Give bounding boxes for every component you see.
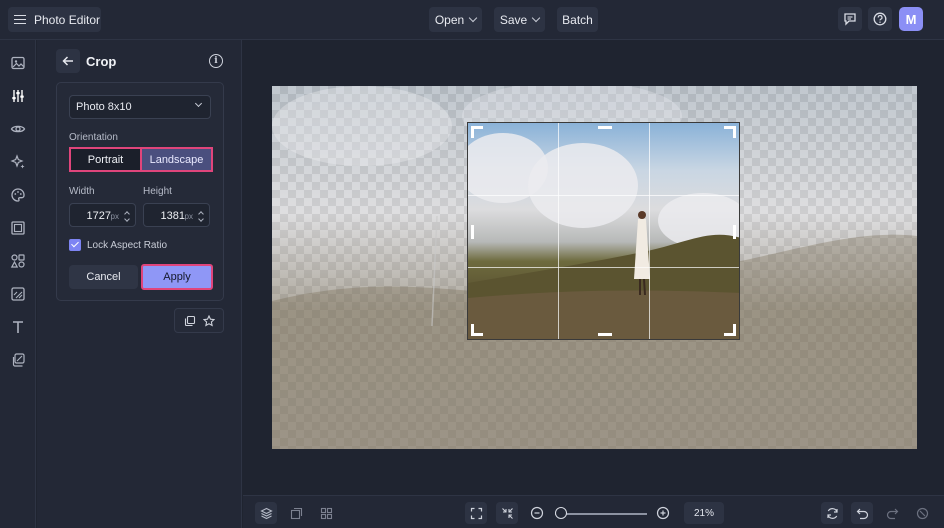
width-value: 1727 bbox=[86, 210, 111, 222]
arrow-left-icon bbox=[62, 56, 73, 66]
bottom-toolbar: 21% bbox=[243, 495, 944, 528]
fit-screen-button[interactable] bbox=[465, 502, 487, 524]
height-value: 1381 bbox=[160, 210, 185, 222]
zoom-out-icon bbox=[530, 506, 544, 520]
crop-preset-select[interactable]: Photo 8x10 bbox=[69, 95, 211, 119]
app-menu-button[interactable]: Photo Editor bbox=[8, 7, 101, 32]
crop-handle-top[interactable] bbox=[598, 126, 612, 129]
crop-handle-top-right[interactable] bbox=[733, 126, 736, 138]
crop-handle-top-left[interactable] bbox=[471, 126, 474, 138]
compare-icon bbox=[290, 507, 302, 519]
open-menu-button[interactable]: Open bbox=[429, 7, 482, 32]
height-label: Height bbox=[143, 186, 172, 197]
top-bar: Photo Editor Open Save Batch M bbox=[0, 0, 944, 40]
help-button[interactable] bbox=[868, 7, 892, 31]
hamburger-icon bbox=[14, 15, 26, 24]
layers-button[interactable] bbox=[255, 502, 277, 524]
grid-line bbox=[468, 195, 739, 196]
feedback-button[interactable] bbox=[838, 7, 862, 31]
crop-preset-value: Photo 8x10 bbox=[76, 101, 132, 113]
tool-rail bbox=[0, 40, 36, 528]
effects-sparkle-icon[interactable] bbox=[9, 153, 27, 171]
width-unit: px bbox=[110, 212, 119, 221]
batch-button[interactable]: Batch bbox=[557, 7, 598, 32]
eye-icon[interactable] bbox=[9, 120, 27, 138]
shapes-icon[interactable] bbox=[9, 252, 27, 270]
layers-icon[interactable] bbox=[9, 351, 27, 369]
zoom-in-icon bbox=[656, 506, 670, 520]
chevron-down-icon bbox=[194, 99, 203, 108]
save-menu-button[interactable]: Save bbox=[494, 7, 545, 32]
lock-aspect-checkbox[interactable] bbox=[69, 239, 81, 251]
texture-icon[interactable] bbox=[9, 285, 27, 303]
crop-panel: Crop i Photo 8x10 Orientation Portrait L… bbox=[37, 40, 242, 528]
layers-stack-icon bbox=[259, 507, 273, 519]
text-icon[interactable] bbox=[9, 318, 27, 336]
app-title: Photo Editor bbox=[34, 12, 101, 27]
width-decrement[interactable] bbox=[124, 216, 130, 222]
grid-icon bbox=[320, 507, 332, 519]
orientation-landscape-button[interactable]: Landscape bbox=[140, 147, 213, 172]
crop-scene bbox=[468, 234, 739, 339]
zoom-out-button[interactable] bbox=[526, 502, 548, 524]
compare-button[interactable] bbox=[285, 502, 307, 524]
expand-icon bbox=[470, 507, 482, 519]
save-label: Save bbox=[499, 12, 528, 27]
crop-box[interactable] bbox=[467, 122, 740, 340]
zoom-slider-thumb[interactable] bbox=[555, 507, 567, 519]
crop-handle-bottom-right[interactable] bbox=[733, 324, 736, 336]
crop-handle-bottom-left[interactable] bbox=[471, 324, 474, 336]
zoom-level[interactable]: 21% bbox=[684, 502, 724, 524]
grid-line bbox=[558, 123, 559, 339]
open-label: Open bbox=[434, 12, 465, 27]
lock-aspect-label: Lock Aspect Ratio bbox=[87, 240, 168, 251]
apply-button[interactable]: Apply bbox=[141, 264, 213, 290]
zoom-in-button[interactable] bbox=[652, 502, 674, 524]
undo-icon bbox=[856, 508, 868, 519]
chevron-down-icon bbox=[531, 13, 541, 23]
reset-button[interactable] bbox=[821, 502, 843, 524]
chevron-down-icon bbox=[468, 13, 478, 23]
actual-size-button[interactable] bbox=[496, 502, 518, 524]
panel-title: Crop bbox=[86, 54, 117, 69]
back-button[interactable] bbox=[56, 49, 80, 73]
height-unit: px bbox=[184, 212, 193, 221]
info-icon[interactable]: i bbox=[209, 54, 223, 68]
panel-tools bbox=[174, 308, 224, 333]
redo-icon bbox=[886, 508, 898, 519]
frame-icon[interactable] bbox=[9, 219, 27, 237]
reset-icon bbox=[826, 507, 838, 519]
crop-handle-right[interactable] bbox=[733, 225, 736, 239]
width-label: Width bbox=[69, 186, 95, 197]
shrink-icon bbox=[501, 507, 513, 519]
grid-line bbox=[468, 267, 739, 268]
height-input[interactable]: 1381 px bbox=[143, 203, 210, 227]
duplicate-icon[interactable] bbox=[184, 315, 196, 327]
adjust-sliders-icon[interactable] bbox=[9, 87, 27, 105]
grid-view-button[interactable] bbox=[315, 502, 337, 524]
cancel-button[interactable]: Cancel bbox=[69, 265, 138, 289]
star-icon[interactable] bbox=[202, 314, 215, 327]
image-icon[interactable] bbox=[9, 54, 27, 72]
orientation-portrait-button[interactable]: Portrait bbox=[69, 147, 140, 172]
crop-settings-card: Photo 8x10 Orientation Portrait Landscap… bbox=[56, 82, 224, 301]
crop-handle-left[interactable] bbox=[471, 225, 474, 239]
grid-line bbox=[649, 123, 650, 339]
history-icon bbox=[916, 507, 928, 519]
help-icon bbox=[873, 12, 887, 26]
height-decrement[interactable] bbox=[198, 216, 204, 222]
width-input[interactable]: 1727 px bbox=[69, 203, 136, 227]
history-button[interactable] bbox=[911, 502, 933, 524]
undo-button[interactable] bbox=[851, 502, 873, 524]
comment-icon bbox=[844, 13, 856, 26]
zoom-slider-track[interactable] bbox=[555, 513, 647, 515]
avatar[interactable]: M bbox=[899, 7, 923, 31]
redo-button[interactable] bbox=[881, 502, 903, 524]
batch-label: Batch bbox=[562, 12, 593, 27]
palette-icon[interactable] bbox=[9, 186, 27, 204]
orientation-label: Orientation bbox=[69, 132, 118, 143]
crop-handle-bottom[interactable] bbox=[598, 333, 612, 336]
